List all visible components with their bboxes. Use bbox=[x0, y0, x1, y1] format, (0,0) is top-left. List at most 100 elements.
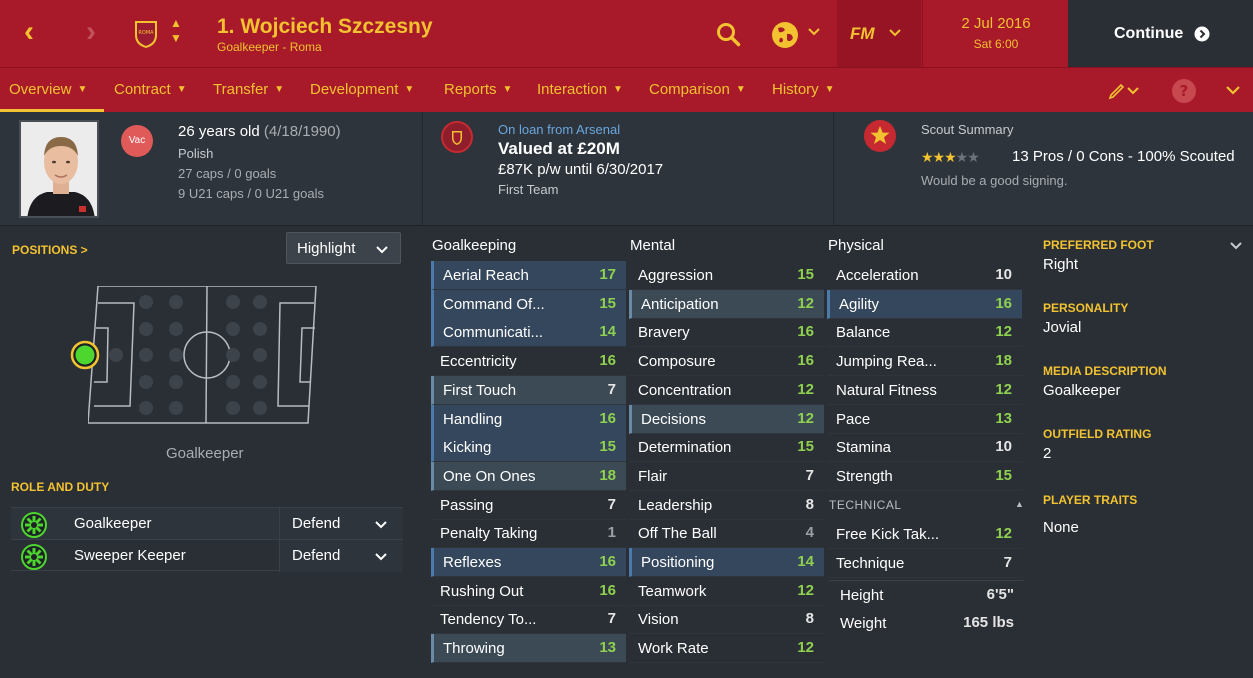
chevron-down-icon[interactable] bbox=[1224, 81, 1242, 99]
attribute-name: Flair bbox=[638, 467, 668, 485]
forward-button[interactable]: › bbox=[86, 17, 96, 47]
attribute-row-bravery[interactable]: Bravery 16 bbox=[629, 318, 824, 348]
player-position-club[interactable]: Goalkeeper - Roma bbox=[217, 40, 322, 54]
nationality[interactable]: Polish bbox=[178, 146, 213, 161]
personality-label: PERSONALITY bbox=[1043, 301, 1129, 315]
attribute-row-acceleration[interactable]: Acceleration 10 bbox=[827, 261, 1022, 290]
attribute-row-leadership[interactable]: Leadership 8 bbox=[629, 491, 824, 520]
attribute-value: 16 bbox=[599, 553, 616, 570]
chevron-down-icon: ▼ bbox=[176, 84, 187, 95]
attribute-value: 16 bbox=[599, 409, 616, 427]
attribute-value: 18 bbox=[995, 352, 1012, 370]
tab-overview[interactable]: Overview ▼ bbox=[9, 81, 87, 98]
attribute-value: 12 bbox=[995, 525, 1012, 542]
scout-star-badge[interactable] bbox=[864, 120, 896, 152]
preferred-foot-label: PREFERRED FOOT bbox=[1043, 238, 1154, 252]
player-cycle-arrows-icon[interactable]: ▲ ▼ bbox=[170, 16, 182, 46]
technical-title[interactable]: TECHNICAL bbox=[829, 498, 902, 512]
player-age: 26 years old (4/18/1990) bbox=[178, 123, 341, 140]
chevron-down-icon bbox=[375, 521, 387, 529]
role-row-sweeper-keeper[interactable]: Sweeper Keeper Defend bbox=[11, 539, 403, 572]
attribute-row-composure[interactable]: Composure 16 bbox=[629, 347, 824, 377]
attribute-row-kicking[interactable]: Kicking 15 bbox=[431, 433, 626, 463]
physical-title: Physical bbox=[828, 237, 884, 254]
u21-caps: 9 U21 caps / 0 U21 goals bbox=[178, 186, 324, 201]
attribute-row-eccentricity[interactable]: Eccentricity 16 bbox=[431, 347, 626, 377]
duty-dropdown[interactable]: Defend bbox=[279, 508, 403, 540]
attribute-row-aerial-reach[interactable]: Aerial Reach 17 bbox=[431, 261, 626, 290]
tab-bar: Overview ▼ Contract ▼ Transfer ▼ Developmen… bbox=[0, 67, 1253, 113]
attribute-row-free-kick-tak[interactable]: Free Kick Tak... 12 bbox=[827, 520, 1022, 549]
attribute-row-work-rate[interactable]: Work Rate 12 bbox=[629, 634, 824, 664]
goalkeeper-position-marker-icon[interactable] bbox=[69, 339, 101, 371]
date-display[interactable]: 2 Jul 2016 Sat 6:00 bbox=[922, 0, 1068, 67]
attribute-row-stamina[interactable]: Stamina 10 bbox=[827, 433, 1022, 463]
attribute-value: 4 bbox=[805, 524, 814, 542]
edit-pencil-icon[interactable] bbox=[1108, 80, 1142, 100]
attribute-row-determination[interactable]: Determination 15 bbox=[629, 433, 824, 463]
attribute-value: 7 bbox=[607, 380, 616, 398]
chevron-down-icon[interactable] bbox=[1229, 239, 1243, 253]
attribute-row-passing[interactable]: Passing 7 bbox=[431, 491, 626, 520]
search-icon[interactable] bbox=[716, 22, 741, 47]
attribute-row-tendency-to[interactable]: Tendency To... 7 bbox=[431, 605, 626, 635]
tab-transfer[interactable]: Transfer ▼ bbox=[213, 81, 284, 98]
attribute-row-rushing-out[interactable]: Rushing Out 16 bbox=[431, 577, 626, 606]
attribute-value: 8 bbox=[805, 495, 814, 513]
attribute-row-pace[interactable]: Pace 13 bbox=[827, 405, 1022, 434]
attribute-row-reflexes[interactable]: Reflexes 16 bbox=[431, 548, 626, 577]
attribute-row-penalty-taking[interactable]: Penalty Taking 1 bbox=[431, 519, 626, 549]
attribute-row-positioning[interactable]: Positioning 14 bbox=[629, 548, 824, 577]
attribute-row-first-touch[interactable]: First Touch 7 bbox=[431, 375, 626, 405]
attribute-row-off-the-ball[interactable]: Off The Ball 4 bbox=[629, 519, 824, 549]
collapse-arrow-icon[interactable]: ▲ bbox=[1015, 499, 1024, 509]
tab-comparison[interactable]: Comparison ▼ bbox=[649, 81, 746, 98]
attribute-name: First Touch bbox=[443, 381, 517, 399]
attribute-row-communicati[interactable]: Communicati... 14 bbox=[431, 318, 626, 348]
attribute-row-jumping-rea[interactable]: Jumping Rea... 18 bbox=[827, 347, 1022, 377]
loan-from-link[interactable]: On loan from Arsenal bbox=[498, 122, 620, 137]
attribute-row-vision[interactable]: Vision 8 bbox=[629, 605, 824, 635]
help-icon[interactable]: ? bbox=[1171, 78, 1197, 104]
attribute-row-strength[interactable]: Strength 15 bbox=[827, 462, 1022, 491]
attribute-row-concentration[interactable]: Concentration 12 bbox=[629, 376, 824, 405]
attribute-row-one-on-ones[interactable]: One On Ones 18 bbox=[431, 461, 626, 491]
tab-contract[interactable]: Contract ▼ bbox=[114, 81, 187, 98]
tab-development[interactable]: Development ▼ bbox=[310, 81, 414, 98]
tab-interaction[interactable]: Interaction ▼ bbox=[537, 81, 623, 98]
chevron-down-icon: ▼ bbox=[274, 84, 285, 95]
attribute-row-balance[interactable]: Balance 12 bbox=[827, 318, 1022, 348]
fm-menu-button[interactable]: FM bbox=[837, 0, 921, 67]
chevron-down-icon[interactable] bbox=[806, 24, 822, 40]
highlight-dropdown[interactable]: Highlight bbox=[286, 232, 401, 264]
tab-reports[interactable]: Reports ▼ bbox=[444, 81, 512, 98]
loan-club-badge-icon[interactable] bbox=[441, 121, 473, 153]
continue-button[interactable]: Continue bbox=[1068, 0, 1253, 67]
vacation-status-badge[interactable]: Vac bbox=[121, 125, 153, 157]
role-row-goalkeeper[interactable]: Goalkeeper Defend bbox=[11, 507, 403, 540]
player-traits-label: PLAYER TRAITS bbox=[1043, 493, 1138, 507]
attribute-value: 14 bbox=[599, 323, 616, 341]
tab-history[interactable]: History ▼ bbox=[772, 81, 835, 98]
attribute-row-throwing[interactable]: Throwing 13 bbox=[431, 634, 626, 664]
attribute-row-technique[interactable]: Technique 7 bbox=[827, 549, 1022, 578]
attribute-row-handling[interactable]: Handling 16 bbox=[431, 404, 626, 434]
attribute-row-teamwork[interactable]: Teamwork 12 bbox=[629, 577, 824, 606]
globe-icon[interactable] bbox=[770, 20, 800, 50]
attribute-value: 15 bbox=[599, 294, 616, 312]
back-button[interactable]: ‹ bbox=[24, 17, 34, 47]
club-badge-icon[interactable]: ROMA bbox=[133, 19, 159, 49]
attribute-name: Composure bbox=[638, 353, 716, 371]
attribute-row-decisions[interactable]: Decisions 12 bbox=[629, 404, 824, 434]
attribute-row-command-of[interactable]: Command Of... 15 bbox=[431, 289, 626, 319]
attribute-row-aggression[interactable]: Aggression 15 bbox=[629, 261, 824, 290]
attribute-row-agility[interactable]: Agility 16 bbox=[827, 289, 1022, 319]
attribute-name: Vision bbox=[638, 611, 679, 629]
attribute-row-natural-fitness[interactable]: Natural Fitness 12 bbox=[827, 376, 1022, 405]
chevron-down-icon: ▼ bbox=[502, 84, 513, 95]
duty-dropdown[interactable]: Defend bbox=[279, 540, 403, 572]
attribute-row-anticipation[interactable]: Anticipation 12 bbox=[629, 289, 824, 319]
attribute-row-flair[interactable]: Flair 7 bbox=[629, 462, 824, 491]
pitch-diagram[interactable] bbox=[88, 286, 318, 424]
positions-link[interactable]: POSITIONS > bbox=[12, 243, 88, 257]
